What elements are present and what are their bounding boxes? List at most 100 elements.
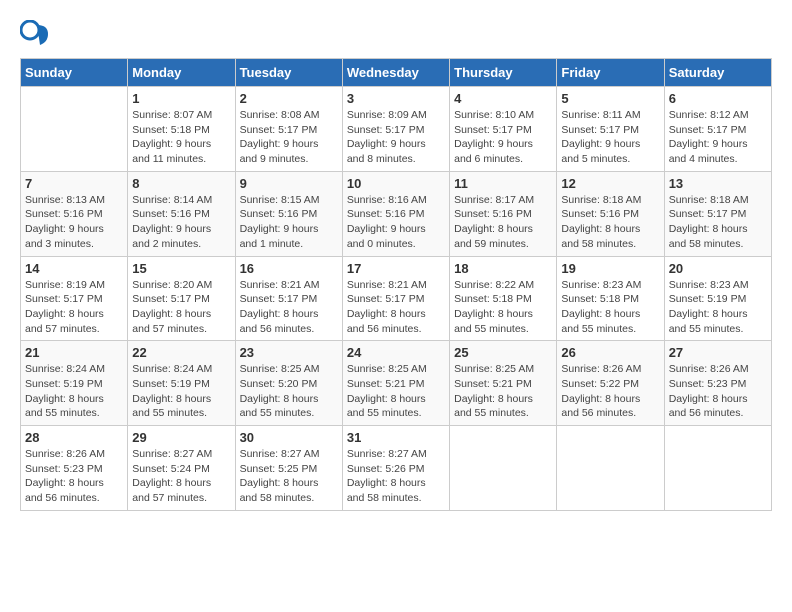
calendar-day-cell: 1 Sunrise: 8:07 AM Sunset: 5:18 PM Daylig… bbox=[128, 87, 235, 172]
day-number: 10 bbox=[347, 176, 445, 191]
day-info: Sunrise: 8:27 AM Sunset: 5:24 PM Dayligh… bbox=[132, 447, 230, 506]
day-info: Sunrise: 8:25 AM Sunset: 5:21 PM Dayligh… bbox=[347, 362, 445, 421]
calendar-day-cell: 22 Sunrise: 8:24 AM Sunset: 5:19 PM Dayli… bbox=[128, 341, 235, 426]
day-of-week-header: Sunday bbox=[21, 59, 128, 87]
day-number: 1 bbox=[132, 91, 230, 106]
calendar-day-cell: 10 Sunrise: 8:16 AM Sunset: 5:16 PM Dayli… bbox=[342, 171, 449, 256]
day-of-week-header: Wednesday bbox=[342, 59, 449, 87]
day-of-week-header: Monday bbox=[128, 59, 235, 87]
calendar-day-cell: 31 Sunrise: 8:27 AM Sunset: 5:26 PM Dayli… bbox=[342, 426, 449, 511]
day-number: 3 bbox=[347, 91, 445, 106]
day-info: Sunrise: 8:13 AM Sunset: 5:16 PM Dayligh… bbox=[25, 193, 123, 252]
day-info: Sunrise: 8:26 AM Sunset: 5:22 PM Dayligh… bbox=[561, 362, 659, 421]
calendar-day-cell: 18Sunrise: 8:22 AM Sunset: 5:18 PM Dayli… bbox=[450, 256, 557, 341]
day-number: 22 bbox=[132, 345, 230, 360]
calendar-day-cell bbox=[557, 426, 664, 511]
calendar-day-cell: 9Sunrise: 8:15 AM Sunset: 5:16 PM Daylig… bbox=[235, 171, 342, 256]
day-info: Sunrise: 8:24 AM Sunset: 5:19 PM Dayligh… bbox=[132, 362, 230, 421]
day-info: Sunrise: 8:20 AM Sunset: 5:17 PM Dayligh… bbox=[132, 278, 230, 337]
day-number: 25 bbox=[454, 345, 552, 360]
day-of-week-header: Thursday bbox=[450, 59, 557, 87]
calendar-day-cell: 5 Sunrise: 8:11 AM Sunset: 5:17 PM Daylig… bbox=[557, 87, 664, 172]
calendar-week-row: 7 Sunrise: 8:13 AM Sunset: 5:16 PM Daylig… bbox=[21, 171, 772, 256]
day-number: 4 bbox=[454, 91, 552, 106]
day-number: 16 bbox=[240, 261, 338, 276]
day-info: Sunrise: 8:07 AM Sunset: 5:18 PM Dayligh… bbox=[132, 108, 230, 167]
calendar-day-cell: 12 Sunrise: 8:18 AM Sunset: 5:16 PM Dayli… bbox=[557, 171, 664, 256]
calendar-day-cell: 11 Sunrise: 8:17 AM Sunset: 5:16 PM Dayli… bbox=[450, 171, 557, 256]
day-number: 11 bbox=[454, 176, 552, 191]
calendar-day-cell: 8Sunrise: 8:14 AM Sunset: 5:16 PM Daylig… bbox=[128, 171, 235, 256]
logo-icon bbox=[20, 20, 48, 48]
days-of-week-row: SundayMondayTuesdayWednesdayThursdayFrid… bbox=[21, 59, 772, 87]
day-info: Sunrise: 8:12 AM Sunset: 5:17 PM Dayligh… bbox=[669, 108, 767, 167]
calendar-day-cell: 7 Sunrise: 8:13 AM Sunset: 5:16 PM Daylig… bbox=[21, 171, 128, 256]
day-number: 17 bbox=[347, 261, 445, 276]
day-info: Sunrise: 8:08 AM Sunset: 5:17 PM Dayligh… bbox=[240, 108, 338, 167]
calendar-day-cell: 15 Sunrise: 8:20 AM Sunset: 5:17 PM Dayli… bbox=[128, 256, 235, 341]
day-info: Sunrise: 8:25 AM Sunset: 5:20 PM Dayligh… bbox=[240, 362, 338, 421]
day-number: 19 bbox=[561, 261, 659, 276]
day-number: 15 bbox=[132, 261, 230, 276]
calendar-day-cell: 2 Sunrise: 8:08 AM Sunset: 5:17 PM Daylig… bbox=[235, 87, 342, 172]
day-number: 2 bbox=[240, 91, 338, 106]
day-info: Sunrise: 8:26 AM Sunset: 5:23 PM Dayligh… bbox=[669, 362, 767, 421]
calendar-day-cell: 29 Sunrise: 8:27 AM Sunset: 5:24 PM Dayli… bbox=[128, 426, 235, 511]
day-info: Sunrise: 8:24 AM Sunset: 5:19 PM Dayligh… bbox=[25, 362, 123, 421]
day-info: Sunrise: 8:16 AM Sunset: 5:16 PM Dayligh… bbox=[347, 193, 445, 252]
calendar-week-row: 14 Sunrise: 8:19 AM Sunset: 5:17 PM Dayli… bbox=[21, 256, 772, 341]
calendar-day-cell bbox=[664, 426, 771, 511]
day-info: Sunrise: 8:27 AM Sunset: 5:26 PM Dayligh… bbox=[347, 447, 445, 506]
day-number: 27 bbox=[669, 345, 767, 360]
day-info: Sunrise: 8:25 AM Sunset: 5:21 PM Dayligh… bbox=[454, 362, 552, 421]
day-number: 30 bbox=[240, 430, 338, 445]
day-info: Sunrise: 8:15 AM Sunset: 5:16 PM Dayligh… bbox=[240, 193, 338, 252]
calendar-day-cell: 4Sunrise: 8:10 AM Sunset: 5:17 PM Daylig… bbox=[450, 87, 557, 172]
day-number: 13 bbox=[669, 176, 767, 191]
day-info: Sunrise: 8:21 AM Sunset: 5:17 PM Dayligh… bbox=[240, 278, 338, 337]
calendar-day-cell: 28 Sunrise: 8:26 AM Sunset: 5:23 PM Dayli… bbox=[21, 426, 128, 511]
calendar-day-cell: 21Sunrise: 8:24 AM Sunset: 5:19 PM Dayli… bbox=[21, 341, 128, 426]
calendar-header: SundayMondayTuesdayWednesdayThursdayFrid… bbox=[21, 59, 772, 87]
day-info: Sunrise: 8:22 AM Sunset: 5:18 PM Dayligh… bbox=[454, 278, 552, 337]
day-number: 7 bbox=[25, 176, 123, 191]
day-info: Sunrise: 8:26 AM Sunset: 5:23 PM Dayligh… bbox=[25, 447, 123, 506]
day-number: 29 bbox=[132, 430, 230, 445]
calendar-day-cell: 6 Sunrise: 8:12 AM Sunset: 5:17 PM Daylig… bbox=[664, 87, 771, 172]
day-number: 26 bbox=[561, 345, 659, 360]
calendar-day-cell: 13 Sunrise: 8:18 AM Sunset: 5:17 PM Dayli… bbox=[664, 171, 771, 256]
calendar-day-cell: 25 Sunrise: 8:25 AM Sunset: 5:21 PM Dayli… bbox=[450, 341, 557, 426]
day-of-week-header: Tuesday bbox=[235, 59, 342, 87]
day-info: Sunrise: 8:21 AM Sunset: 5:17 PM Dayligh… bbox=[347, 278, 445, 337]
day-info: Sunrise: 8:18 AM Sunset: 5:16 PM Dayligh… bbox=[561, 193, 659, 252]
day-number: 6 bbox=[669, 91, 767, 106]
day-number: 23 bbox=[240, 345, 338, 360]
calendar-day-cell: 3Sunrise: 8:09 AM Sunset: 5:17 PM Daylig… bbox=[342, 87, 449, 172]
calendar-day-cell bbox=[450, 426, 557, 511]
day-number: 14 bbox=[25, 261, 123, 276]
calendar-day-cell: 27 Sunrise: 8:26 AM Sunset: 5:23 PM Dayli… bbox=[664, 341, 771, 426]
calendar-week-row: 1 Sunrise: 8:07 AM Sunset: 5:18 PM Daylig… bbox=[21, 87, 772, 172]
day-info: Sunrise: 8:23 AM Sunset: 5:19 PM Dayligh… bbox=[669, 278, 767, 337]
day-number: 5 bbox=[561, 91, 659, 106]
day-number: 31 bbox=[347, 430, 445, 445]
day-number: 28 bbox=[25, 430, 123, 445]
day-info: Sunrise: 8:17 AM Sunset: 5:16 PM Dayligh… bbox=[454, 193, 552, 252]
day-info: Sunrise: 8:14 AM Sunset: 5:16 PM Dayligh… bbox=[132, 193, 230, 252]
calendar-week-row: 21Sunrise: 8:24 AM Sunset: 5:19 PM Dayli… bbox=[21, 341, 772, 426]
day-info: Sunrise: 8:19 AM Sunset: 5:17 PM Dayligh… bbox=[25, 278, 123, 337]
day-info: Sunrise: 8:11 AM Sunset: 5:17 PM Dayligh… bbox=[561, 108, 659, 167]
day-info: Sunrise: 8:18 AM Sunset: 5:17 PM Dayligh… bbox=[669, 193, 767, 252]
calendar-day-cell: 23 Sunrise: 8:25 AM Sunset: 5:20 PM Dayli… bbox=[235, 341, 342, 426]
calendar-day-cell: 14 Sunrise: 8:19 AM Sunset: 5:17 PM Dayli… bbox=[21, 256, 128, 341]
day-of-week-header: Friday bbox=[557, 59, 664, 87]
calendar-day-cell: 30Sunrise: 8:27 AM Sunset: 5:25 PM Dayli… bbox=[235, 426, 342, 511]
day-number: 20 bbox=[669, 261, 767, 276]
day-info: Sunrise: 8:23 AM Sunset: 5:18 PM Dayligh… bbox=[561, 278, 659, 337]
calendar-day-cell: 16 Sunrise: 8:21 AM Sunset: 5:17 PM Dayli… bbox=[235, 256, 342, 341]
calendar-day-cell: 24Sunrise: 8:25 AM Sunset: 5:21 PM Dayli… bbox=[342, 341, 449, 426]
day-number: 12 bbox=[561, 176, 659, 191]
page-header bbox=[20, 20, 772, 48]
day-of-week-header: Saturday bbox=[664, 59, 771, 87]
calendar-day-cell: 26 Sunrise: 8:26 AM Sunset: 5:22 PM Dayli… bbox=[557, 341, 664, 426]
